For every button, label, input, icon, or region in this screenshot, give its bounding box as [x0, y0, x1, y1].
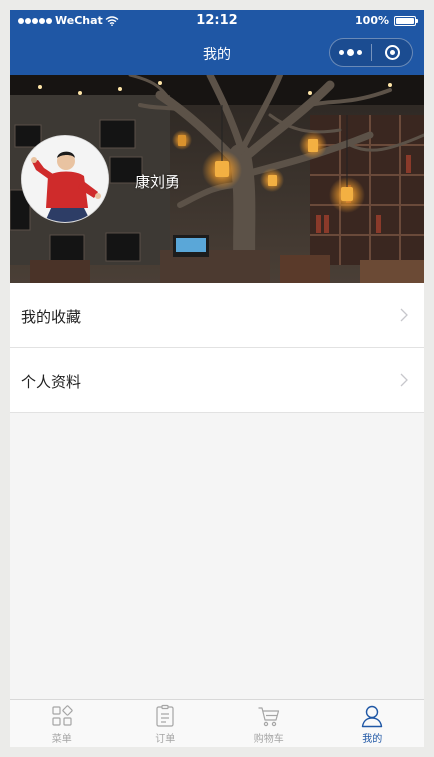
more-options-button[interactable]: [330, 48, 371, 56]
battery-percent: 100%: [355, 14, 389, 27]
menu-item-label: 我的收藏: [21, 308, 82, 326]
close-mini-program-button[interactable]: [372, 45, 412, 60]
navigation-bar: 我的: [10, 32, 424, 75]
tab-label: 购物车: [253, 734, 284, 745]
user-avatar[interactable]: [21, 135, 109, 223]
status-bar: WeChat 12:12 100%: [10, 10, 424, 32]
profile-banner: 康刘勇: [10, 75, 424, 283]
tab-menu[interactable]: 菜单: [10, 700, 114, 747]
grid-icon: [52, 705, 73, 726]
phone-screen: WeChat 12:12 100% 我的 康刘勇 我的收藏 个人资料 菜单 订单…: [10, 10, 424, 747]
menu-item-profile-info[interactable]: 个人资料: [10, 348, 424, 413]
tab-cart[interactable]: 购物车: [217, 700, 321, 747]
close-target-icon: [384, 45, 400, 60]
clipboard-icon: [156, 704, 174, 727]
tab-mine[interactable]: 我的: [321, 700, 425, 747]
tab-orders[interactable]: 订单: [114, 700, 218, 747]
menu-item-favorites[interactable]: 我的收藏: [10, 283, 424, 348]
battery-icon: [394, 15, 418, 26]
tab-bar: 菜单 订单 购物车 我的: [10, 699, 424, 747]
username: 康刘勇: [135, 173, 181, 191]
tab-label: 订单: [155, 734, 176, 745]
tab-label: 菜单: [51, 734, 72, 745]
mini-program-capsule: [329, 38, 413, 67]
chevron-right-icon: [400, 308, 408, 322]
user-icon: [362, 705, 383, 728]
chevron-right-icon: [400, 373, 408, 387]
tab-label: 我的: [362, 734, 383, 745]
avatar-photo: [22, 136, 108, 222]
menu-item-label: 个人资料: [21, 373, 82, 391]
profile-menu-list: 我的收藏 个人资料: [10, 283, 424, 413]
cart-icon: [258, 707, 279, 727]
status-right: 100%: [355, 14, 418, 27]
